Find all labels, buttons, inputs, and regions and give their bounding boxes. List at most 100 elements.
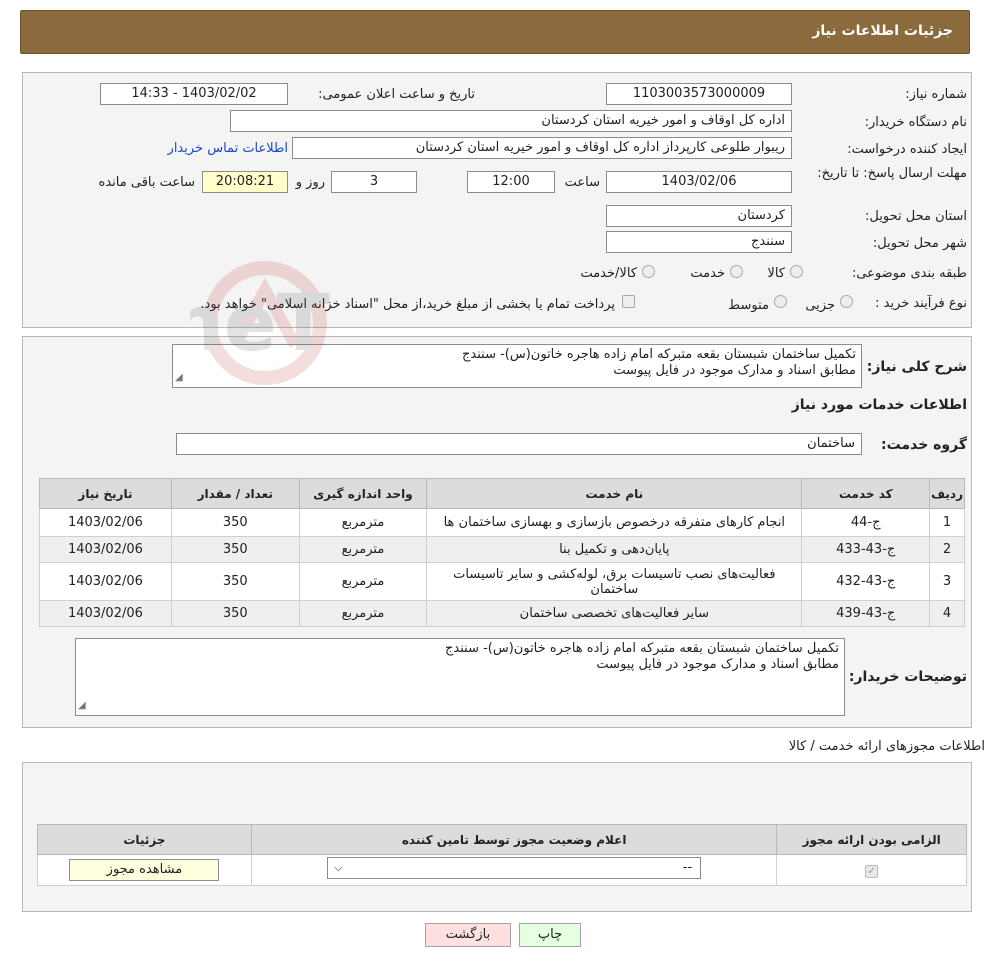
table-row: 3 ج-43-432 فعالیت‌های نصب تاسیسات برق، ل… xyxy=(39,562,965,601)
service-code: ج-43-439 xyxy=(801,600,931,627)
service-name: فعالیت‌های نصب تاسیسات برق، لوله‌کشی و س… xyxy=(426,562,803,601)
table-row: 4 ج-43-439 سایر فعالیت‌های تخصصی ساختمان… xyxy=(39,600,965,627)
required-checkbox-checked-icon: ✓ xyxy=(865,864,879,878)
category-option-service: خدمت xyxy=(690,266,725,281)
deadline-date-field: 1403/02/06 xyxy=(606,171,792,193)
col-header-date: تاریخ نیاز xyxy=(39,478,172,509)
unit: مترمربع xyxy=(298,562,428,601)
buyer-org-field: اداره کل اوقاف و امور خیریه استان کردستا… xyxy=(230,110,792,132)
permits-table: الزامی بودن ارائه مجوز اعلام وضعیت مجوز … xyxy=(37,824,967,886)
services-section-title: اطلاعات خدمات مورد نیاز xyxy=(791,397,967,413)
announce-field: 1403/02/02 - 14:33 xyxy=(100,83,288,105)
permit-details-cell: مشاهده مجوز xyxy=(37,854,252,886)
category-radio-goods[interactable] xyxy=(790,265,803,278)
days-label: روز و xyxy=(295,175,325,190)
permit-header-details: جزئیات xyxy=(37,824,252,855)
unit: مترمربع xyxy=(298,536,428,563)
quantity: 350 xyxy=(170,562,300,601)
category-option-goods: کالا xyxy=(767,266,785,281)
purchase-option-minor: جزیی xyxy=(805,298,835,313)
city-label: شهر محل تحویل: xyxy=(872,236,967,251)
service-code: ج-44 xyxy=(801,508,931,537)
creator-label: ایجاد کننده درخواست: xyxy=(847,142,967,157)
permit-header-status: اعلام وضعیت مجوز توسط تامین کننده xyxy=(250,824,778,855)
remaining-time-field: 20:08:21 xyxy=(202,171,288,193)
row-index: 3 xyxy=(929,562,965,601)
col-header-code: کد خدمت xyxy=(801,478,931,509)
buyer-notes-line-2: مطابق اسناد و مدارک موجود در فایل پیوست xyxy=(596,657,839,672)
deadline-time-field: 12:00 xyxy=(467,171,555,193)
row-index: 1 xyxy=(929,508,965,537)
purchase-type-label: نوع فرآیند خرید : xyxy=(875,296,967,311)
service-name: انجام کارهای متفرقه درخصوص بازسازی و بهس… xyxy=(426,508,803,537)
permit-status-select[interactable]: ⌵ -- xyxy=(327,857,702,879)
select-chevron-down-icon: ⌵ xyxy=(334,861,343,874)
service-group-field: ساختمان xyxy=(176,433,862,455)
unit: مترمربع xyxy=(298,600,428,627)
permit-header-required: الزامی بودن ارائه مجوز xyxy=(776,824,967,855)
purchase-radio-minor[interactable] xyxy=(840,295,853,308)
permit-status-cell: ⌵ -- xyxy=(250,854,778,886)
quantity: 350 xyxy=(170,600,300,627)
category-radio-service[interactable] xyxy=(730,265,743,278)
print-button[interactable]: چاپ xyxy=(519,923,581,947)
buyer-contact-link[interactable]: اطلاعات تماس خریدار xyxy=(168,141,288,156)
col-header-unit: واحد اندازه گیری xyxy=(298,478,428,509)
view-permit-button[interactable]: مشاهده مجوز xyxy=(69,859,220,881)
page-title: جزئیات اطلاعات نیاز xyxy=(812,23,953,39)
payment-note: پرداخت تمام یا بخشی از مبلغ خرید،از محل … xyxy=(200,297,615,312)
purchase-radio-medium[interactable] xyxy=(774,295,787,308)
buyer-notes-textarea[interactable]: تکمیل ساختمان شبستان بقعه متبرکه امام زا… xyxy=(75,638,845,716)
need-date: 1403/02/06 xyxy=(39,600,172,627)
buyer-org-label: نام دستگاه خریدار: xyxy=(864,115,967,130)
service-name: سایر فعالیت‌های تخصصی ساختمان xyxy=(426,600,803,627)
province-label: استان محل تحویل: xyxy=(865,209,967,224)
announce-label: تاریخ و ساعت اعلان عمومی: xyxy=(318,87,475,102)
col-header-name: نام خدمت xyxy=(426,478,803,509)
purchase-option-medium: متوسط xyxy=(728,298,769,313)
table-row: 1 ج-44 انجام کارهای متفرقه درخصوص بازساز… xyxy=(39,508,965,537)
table-row: ✓ ⌵ -- مشاهده مجوز xyxy=(37,854,967,886)
category-label: طبقه بندی موضوعی: xyxy=(851,266,967,281)
need-date: 1403/02/06 xyxy=(39,562,172,601)
city-field: سنندج xyxy=(606,231,792,253)
need-date: 1403/02/06 xyxy=(39,536,172,563)
col-header-row: ردیف xyxy=(929,478,965,509)
need-number-label: شماره نیاز: xyxy=(905,87,967,102)
province-field: کردستان xyxy=(606,205,792,227)
back-button[interactable]: بازگشت xyxy=(425,923,511,947)
summary-label: شرح کلی نیاز: xyxy=(866,359,967,375)
creator-field: ریبوار طلوعی کارپرداز اداره کل اوقاف و ا… xyxy=(292,137,792,159)
permit-status-value: -- xyxy=(682,860,693,875)
summary-line-1: تکمیل ساختمان شبستان بقعه متبرکه امام زا… xyxy=(462,347,856,362)
services-table: ردیف کد خدمت نام خدمت واحد اندازه گیری ت… xyxy=(39,478,965,627)
resize-grip-icon[interactable]: ◢ xyxy=(78,698,86,714)
days-field: 3 xyxy=(331,171,417,193)
page-header: جزئیات اطلاعات نیاز xyxy=(20,10,970,54)
deadline-label: مهلت ارسال پاسخ: تا تاریخ: xyxy=(817,166,967,181)
table-row: 2 ج-43-433 پایان‌دهی و تکمیل بنا مترمربع… xyxy=(39,536,965,563)
col-header-qty: تعداد / مقدار xyxy=(170,478,300,509)
category-option-goods-service: کالا/خدمت xyxy=(580,266,637,281)
payment-treasury-checkbox[interactable] xyxy=(622,295,635,308)
quantity: 350 xyxy=(170,536,300,563)
summary-textarea[interactable]: تکمیل ساختمان شبستان بقعه متبرکه امام زا… xyxy=(172,344,862,388)
need-number-field: 1103003573000009 xyxy=(606,83,792,105)
quantity: 350 xyxy=(170,508,300,537)
deadline-time-label: ساعت xyxy=(564,175,600,190)
buyer-notes-label: توضیحات خریدار: xyxy=(848,669,967,685)
category-radio-goods-service[interactable] xyxy=(642,265,655,278)
row-index: 4 xyxy=(929,600,965,627)
service-code: ج-43-432 xyxy=(801,562,931,601)
row-index: 2 xyxy=(929,536,965,563)
permits-section-title: اطلاعات مجوزهای ارائه خدمت / کالا xyxy=(788,739,985,754)
unit: مترمربع xyxy=(298,508,428,537)
buyer-notes-line-1: تکمیل ساختمان شبستان بقعه متبرکه امام زا… xyxy=(445,641,839,656)
summary-line-2: مطابق اسناد و مدارک موجود در فایل پیوست xyxy=(613,363,856,378)
need-date: 1403/02/06 xyxy=(39,508,172,537)
service-group-label: گروه خدمت: xyxy=(881,437,967,453)
remaining-label: ساعت باقی مانده xyxy=(98,175,195,190)
resize-grip-icon[interactable]: ◢ xyxy=(175,370,183,386)
permit-required-cell: ✓ xyxy=(776,854,967,886)
service-name: پایان‌دهی و تکمیل بنا xyxy=(426,536,803,563)
